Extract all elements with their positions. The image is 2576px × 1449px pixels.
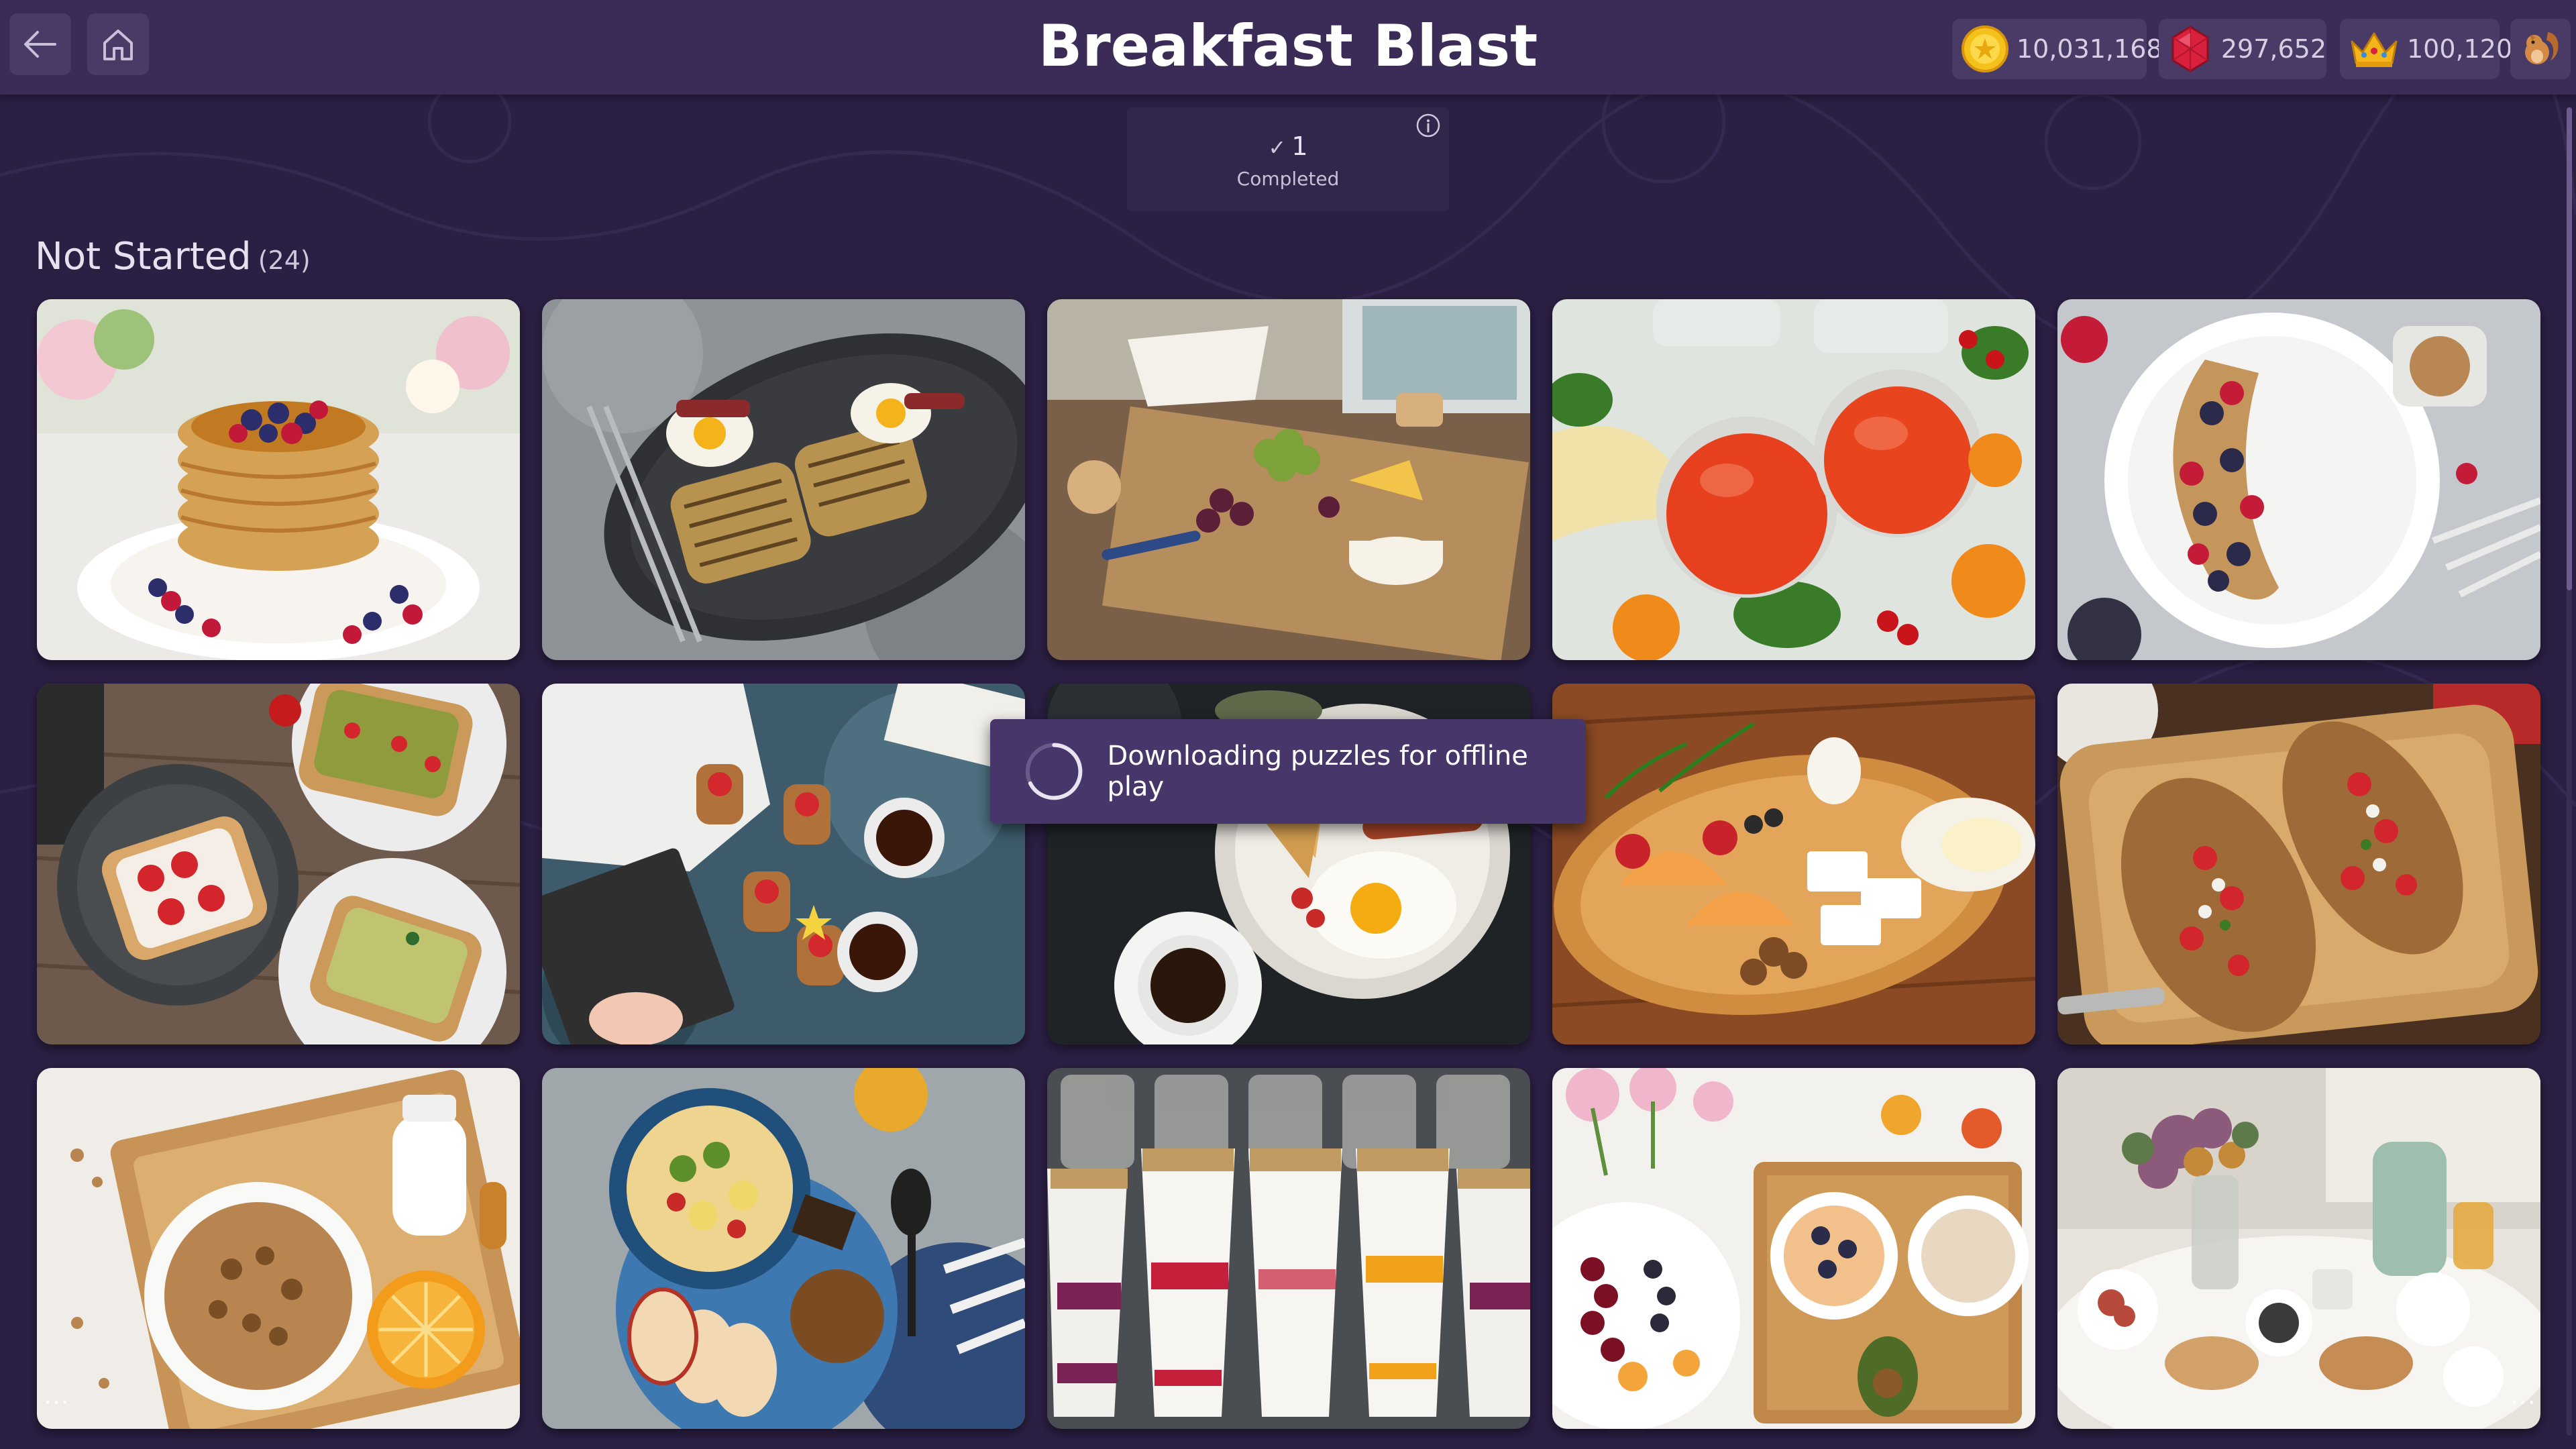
check-icon: ✓ — [1268, 135, 1287, 160]
page-title: Breakfast Blast — [1038, 13, 1538, 80]
crowns-counter[interactable]: 100,120 — [2340, 19, 2512, 79]
section-count: (24) — [258, 246, 311, 275]
yogurt-berries-image — [2057, 299, 2540, 660]
bruschetta-image — [2057, 684, 2540, 1044]
download-toast: Downloading puzzles for offline play — [990, 719, 1586, 824]
gem-icon — [2167, 23, 2214, 75]
squirrel-avatar-icon — [2525, 32, 2559, 64]
completed-label: Completed — [1236, 168, 1340, 190]
cheese-board-image — [1047, 299, 1530, 660]
coins-value: 10,031,168 — [2017, 34, 2163, 64]
puzzle-tile-breakfast-table[interactable] — [2057, 1068, 2540, 1429]
puzzle-tile-fruit-board-flowers[interactable] — [1552, 1068, 2035, 1429]
puzzle-tile-smoothie-bowl[interactable] — [542, 1068, 1025, 1429]
scrollbar[interactable] — [2567, 107, 2572, 1436]
puzzle-tile-bruschetta[interactable] — [2057, 684, 2540, 1044]
cereal-tray-image — [37, 1068, 520, 1429]
puzzle-tile-jam-jars[interactable] — [1552, 299, 2035, 660]
info-icon[interactable] — [1415, 113, 1441, 138]
gems-counter[interactable]: 297,652 — [2159, 19, 2326, 79]
coins-counter[interactable]: 10,031,168 — [1952, 19, 2163, 79]
grilled-sandwiches-image — [542, 299, 1025, 660]
crowns-value: 100,120 — [2407, 34, 2513, 64]
tile-options-icon[interactable]: ··· — [2506, 1391, 2542, 1415]
arrow-left-icon — [24, 31, 56, 58]
fruit-board-flowers-image — [1552, 1068, 2035, 1429]
completed-count-value: 1 — [1291, 131, 1308, 161]
pancakes-image — [37, 299, 520, 660]
toast-message: Downloading puzzles for offline play — [1107, 741, 1528, 802]
smoothie-bowl-image — [542, 1068, 1025, 1429]
breakfast-table-image — [2057, 1068, 2540, 1429]
puzzle-tile-cheese-board[interactable] — [1047, 299, 1530, 660]
scrollbar-thumb[interactable] — [2567, 107, 2572, 590]
loading-spinner-icon — [1025, 743, 1083, 800]
completed-count: ✓ 1 — [1127, 131, 1449, 161]
section-title: Not Started — [35, 235, 252, 278]
gems-value: 297,652 — [2220, 34, 2326, 64]
puzzle-tile-fruit-cheese[interactable] — [1552, 684, 2035, 1044]
puzzle-tile-breakfast-flatlay[interactable] — [542, 684, 1025, 1044]
coin-icon — [1960, 23, 2010, 75]
fruit-cheese-image — [1552, 684, 2035, 1044]
puzzle-tile-yogurt-parfait[interactable] — [1047, 1068, 1530, 1429]
puzzle-tile-cereal-tray[interactable] — [37, 1068, 520, 1429]
avatar-button[interactable] — [2510, 19, 2571, 79]
yogurt-parfait-image — [1047, 1068, 1530, 1429]
tile-options-icon[interactable]: ··· — [39, 1391, 75, 1415]
back-button[interactable] — [9, 13, 71, 75]
jam-jars-image — [1552, 299, 2035, 660]
home-icon — [103, 30, 133, 60]
puzzle-tile-pancakes[interactable] — [37, 299, 520, 660]
top-bar: Breakfast Blast 10,031,168 297,652 100,1… — [0, 0, 2576, 95]
section-header: Not Started (24) — [35, 233, 311, 280]
puzzle-tile-yogurt-berries[interactable] — [2057, 299, 2540, 660]
puzzle-tile-grilled-sandwiches[interactable] — [542, 299, 1025, 660]
home-button[interactable] — [87, 13, 149, 75]
avocado-toast-image — [37, 684, 520, 1044]
breakfast-flatlay-image — [542, 684, 1025, 1044]
crown-icon — [2348, 23, 2400, 75]
completed-summary-card: ✓ 1 Completed — [1127, 107, 1449, 211]
puzzle-grid — [37, 299, 2540, 1429]
puzzle-tile-avocado-toast[interactable] — [37, 684, 520, 1044]
